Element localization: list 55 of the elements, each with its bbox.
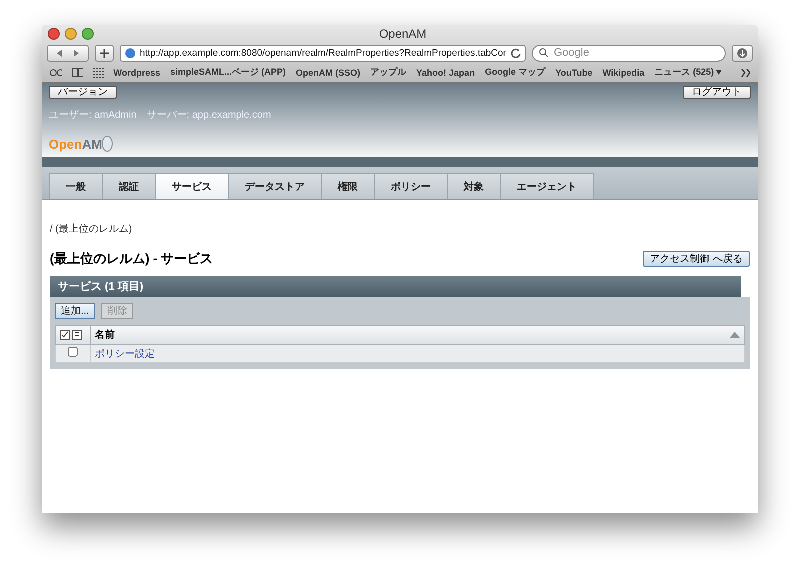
globe-icon <box>125 48 136 58</box>
bookmark-link[interactable]: simpleSAML...ページ (APP) <box>170 66 286 79</box>
bookmark-link[interactable]: YouTube <box>556 68 593 78</box>
bookmark-link[interactable]: OpenAM (SSO) <box>296 68 361 78</box>
logout-button[interactable]: ログアウト <box>683 86 751 99</box>
nav-tab[interactable]: 一般 <box>49 173 103 199</box>
logo-icon <box>102 136 114 152</box>
service-link[interactable]: ポリシー設定 <box>95 348 155 360</box>
search-field[interactable]: Google <box>532 44 726 62</box>
bookmark-link[interactable]: Wordpress <box>114 68 161 78</box>
grid-icon[interactable] <box>93 68 104 78</box>
zoom-icon[interactable] <box>82 28 94 40</box>
logo-text: OpenAM <box>49 137 102 152</box>
row-checkbox[interactable] <box>68 347 78 357</box>
reading-glasses-icon[interactable] <box>50 68 62 76</box>
nav-tab[interactable]: エージェント <box>500 173 594 199</box>
nav-tab[interactable]: 認証 <box>102 173 156 199</box>
select-all-icon[interactable] <box>60 330 70 340</box>
reload-icon[interactable] <box>511 48 521 58</box>
book-icon[interactable] <box>72 68 84 78</box>
chevrons-icon[interactable] <box>741 68 750 76</box>
bookmark-link[interactable]: Yahoo! Japan <box>416 68 476 78</box>
bookmark-link[interactable]: Google マップ <box>485 66 546 79</box>
bookmark-link[interactable]: Wikipedia <box>602 68 645 78</box>
table-title: サービス (1 項目) <box>50 276 741 297</box>
plus-icon <box>100 48 109 58</box>
window-title: OpenAM <box>379 27 428 41</box>
nav-tab[interactable]: ポリシー <box>374 173 448 199</box>
back-forward-button[interactable] <box>47 44 89 62</box>
back-forward-icon <box>56 48 80 58</box>
url-text: http://app.example.com:8080/openam/realm/RealmProperties?RealmProperties.tabCor <box>140 48 507 58</box>
address-field[interactable]: http://app.example.com:8080/openam/realm/RealmProperties?RealmProperties.tabCor <box>120 44 526 62</box>
back-button[interactable]: アクセス制御 へ戻る <box>643 251 750 267</box>
search-icon <box>539 48 551 58</box>
breadcrumb: / (最上位のレルム) <box>50 222 134 236</box>
column-header[interactable]: 名前 <box>95 328 115 342</box>
server-info: サーバー: app.example.com <box>146 109 272 122</box>
caret-icon[interactable] <box>716 70 722 75</box>
sort-up-icon[interactable] <box>730 332 740 338</box>
nav-tab[interactable]: サービス <box>155 173 229 199</box>
close-icon[interactable] <box>48 28 60 40</box>
version-button[interactable]: バージョン <box>49 86 117 99</box>
downloads-button[interactable] <box>732 44 753 62</box>
minimize-icon[interactable] <box>65 28 77 40</box>
bookmark-link[interactable]: アップル <box>370 66 407 79</box>
user-info: ユーザー: amAdmin <box>49 109 137 122</box>
nav-tab[interactable]: 権限 <box>321 173 375 199</box>
action-button[interactable]: 追加... <box>55 303 96 319</box>
nav-tab[interactable]: データストア <box>228 173 322 199</box>
add-tab-button[interactable] <box>95 44 114 62</box>
nav-tab[interactable]: 対象 <box>447 173 501 199</box>
deselect-all-icon[interactable] <box>72 330 82 340</box>
bookmark-link[interactable]: ニュース (525) <box>654 66 714 79</box>
page-title: (最上位のレルム) - サービス <box>50 250 214 268</box>
download-icon <box>737 48 748 58</box>
